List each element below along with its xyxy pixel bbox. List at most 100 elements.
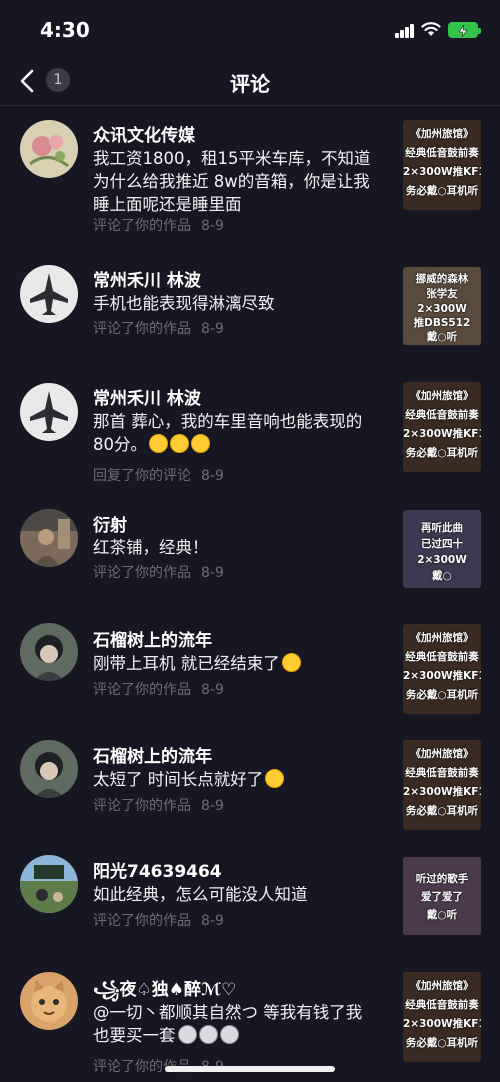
comment-action: 评论了你的作品 xyxy=(93,565,191,581)
comment-item[interactable]: 石榴树上的流年 刚带上耳机 就已经结束了 评论了你的作品 8-9 《加州旅馆》 经… xyxy=(0,617,500,717)
cellular-signal-icon xyxy=(395,24,415,38)
comment-item[interactable]: 石榴树上的流年 太短了 时间长点就好了 评论了你的作品 8-9 《加州旅馆》 经典… xyxy=(0,732,500,832)
comment-item[interactable]: 常州禾川 林波 那首 葬心，我的车里音响也能表现的80分。 回复了你的评论 8-9… xyxy=(0,367,500,487)
home-indicator[interactable] xyxy=(165,1066,335,1072)
thumbnail-caption: 戴○听 xyxy=(426,331,458,343)
avatar[interactable] xyxy=(20,740,78,798)
grin-emoji-icon xyxy=(170,434,189,453)
video-thumbnail[interactable]: 《加州旅馆》 经典低音鼓前奏 2×300W推KF1503 务必戴○耳机听 xyxy=(403,624,481,714)
comment-username[interactable]: 衍射 xyxy=(93,511,127,536)
avatar[interactable] xyxy=(20,855,78,913)
thumbnail-caption: 务必戴○耳机听 xyxy=(405,689,479,701)
comment-meta: 评论了你的作品 8-9 xyxy=(93,562,224,582)
comment-username[interactable]: 众讯文化传媒 xyxy=(93,121,195,146)
thumbnail-caption: 已过四十 xyxy=(421,538,463,550)
comment-meta: 评论了你的作品 8-9 xyxy=(93,679,224,699)
comment-action: 评论了你的作品 xyxy=(93,913,191,929)
comment-item[interactable]: 众讯文化传媒 我工资1800，租15平米车库，不知道为什么给我推近 8w的音箱，… xyxy=(0,107,500,237)
thumbnail-caption: 2×300W推KF1503 xyxy=(403,428,481,440)
comment-text: 如此经典，怎么可能没人知道 xyxy=(93,885,308,904)
thumbnail-caption: 《加州旅馆》 xyxy=(410,128,474,140)
comment-meta: 评论了你的作品 8-9 xyxy=(93,215,224,235)
avatar[interactable] xyxy=(20,972,78,1030)
cat-emoji-icon xyxy=(198,1025,218,1044)
video-thumbnail[interactable]: 《加州旅馆》 经典低音鼓前奏 2×300W推KF1503 务必戴○耳机听 xyxy=(403,972,481,1062)
video-thumbnail[interactable]: 《加州旅馆》 经典低音鼓前奏 2×300W推KF1503 务必戴○耳机听 xyxy=(403,120,481,210)
comment-text: 太短了 时间长点就好了 xyxy=(93,768,383,791)
wifi-icon xyxy=(421,22,441,36)
comment-username[interactable]: 常州禾川 林波 xyxy=(93,266,201,291)
thumbnail-caption: 《加州旅馆》 xyxy=(410,980,474,992)
status-bar: 4:30 xyxy=(0,0,500,60)
status-time: 4:30 xyxy=(40,18,90,42)
comment-text-body: 刚带上耳机 就已经结束了 xyxy=(93,654,280,673)
thumbnail-caption: 张学友 xyxy=(426,288,458,300)
comment-date: 8-9 xyxy=(201,321,224,337)
thumbnail-caption: 《加州旅馆》 xyxy=(410,632,474,644)
thumbnail-caption: 戴○ xyxy=(432,570,452,582)
comment-action: 评论了你的作品 xyxy=(93,321,191,337)
comment-item[interactable]: ꧁夜♤独♠醉ℳ♡ @一切丶都顺其自然つ 等我有钱了我也要买一套 评论了你的作品8… xyxy=(0,962,500,1082)
thumbnail-caption: 务必戴○耳机听 xyxy=(405,1037,479,1049)
thumbnail-caption: 务必戴○耳机听 xyxy=(405,447,479,459)
video-thumbnail[interactable]: 再听此曲 已过四十 2×300W 戴○ xyxy=(403,510,481,588)
comment-username[interactable]: 常州禾川 林波 xyxy=(93,384,201,409)
avatar[interactable] xyxy=(20,383,78,441)
comment-text: 刚带上耳机 就已经结束了 xyxy=(93,652,383,675)
comment-text-body: 太短了 时间长点就好了 xyxy=(93,770,264,789)
comment-meta: 评论了你的作品 8-9 xyxy=(93,795,224,815)
avatar[interactable] xyxy=(20,623,78,681)
comment-username[interactable]: 石榴树上的流年 xyxy=(93,742,212,767)
page-title: 评论 xyxy=(230,72,270,96)
comment-action: 评论了你的作品 xyxy=(93,682,191,698)
comment-username[interactable]: 阳光74639464 xyxy=(93,857,222,882)
laughing-emoji-icon xyxy=(265,769,285,788)
comment-meta: 评论了你的作品 8-9 xyxy=(93,318,224,338)
comment-text: 那首 葬心，我的车里音响也能表现的80分。 xyxy=(93,410,373,456)
thumbnail-caption: 经典低音鼓前奏 xyxy=(405,767,479,779)
comment-text: @一切丶都顺其自然つ 等我有钱了我也要买一套 xyxy=(93,1001,373,1047)
grin-emoji-icon xyxy=(149,434,168,453)
thumbnail-caption: 《加州旅馆》 xyxy=(410,748,474,760)
video-thumbnail[interactable]: 《加州旅馆》 经典低音鼓前奏 2×300W推KF1503 务必戴○耳机听 xyxy=(403,740,481,830)
avatar[interactable] xyxy=(20,120,78,178)
video-thumbnail[interactable]: 挪威的森林 张学友 2×300W 推DBS512 戴○听 xyxy=(403,267,481,345)
thumbnail-caption: 2×300W推KF1503 xyxy=(403,786,481,798)
cat-emoji-icon xyxy=(219,1025,239,1044)
nav-bar: 1 评论 xyxy=(0,60,500,106)
cat-emoji-icon xyxy=(177,1025,197,1044)
comment-date: 8-9 xyxy=(201,682,224,698)
thumbnail-caption: 经典低音鼓前奏 xyxy=(405,409,479,421)
thumbnail-caption: 2×300W推KF1503 xyxy=(403,670,481,682)
comment-text: 我工资1800，租15平米车库，不知道为什么给我推近 8w的音箱，你是让我睡上面… xyxy=(93,149,371,214)
comment-date: 8-9 xyxy=(201,468,224,484)
video-thumbnail[interactable]: 《加州旅馆》 经典低音鼓前奏 2×300W推KF1503 务必戴○耳机听 xyxy=(403,382,481,472)
comment-username[interactable]: 石榴树上的流年 xyxy=(93,626,212,651)
video-thumbnail[interactable]: 听过的歌手 爱了爱了 戴○听 xyxy=(403,857,481,935)
comment-action: 回复了你的评论 xyxy=(93,468,191,484)
thumbnail-caption: 2×300W推KF1503 xyxy=(403,1018,481,1030)
comment-item[interactable]: 阳光74639464 如此经典，怎么可能没人知道 评论了你的作品 8-9 听过的歌… xyxy=(0,847,500,947)
comment-text-body: 那首 葬心，我的车里音响也能表现的80分。 xyxy=(93,412,363,454)
screen: 4:30 1 评论 众讯文化传媒 我工资1800，租15平米车库，不知道为什么给… xyxy=(0,0,500,1082)
comment-date: 8-9 xyxy=(201,798,224,814)
thumbnail-caption: 听过的歌手 xyxy=(415,873,469,885)
comment-item[interactable]: 衍射 红茶铺，经典！ 评论了你的作品 8-9 再听此曲 已过四十 2×300W 戴… xyxy=(0,502,500,597)
thumbnail-caption: 经典低音鼓前奏 xyxy=(405,999,479,1011)
grin-emoji-icon xyxy=(191,434,210,453)
thumbnail-caption: 《加州旅馆》 xyxy=(410,390,474,402)
battery-charging-icon xyxy=(448,22,481,38)
avatar[interactable] xyxy=(20,509,78,567)
comment-text: 红茶铺，经典！ xyxy=(93,538,209,557)
thumbnail-caption: 戴○听 xyxy=(426,909,458,921)
thumbnail-caption: 爱了爱了 xyxy=(421,891,463,903)
thumbnail-caption: 再听此曲 xyxy=(421,522,463,534)
comment-date: 8-9 xyxy=(201,913,224,929)
comment-meta: 评论了你的作品 8-9 xyxy=(93,910,224,930)
comment-text: 手机也能表现得淋漓尽致 xyxy=(93,294,275,313)
avatar[interactable] xyxy=(20,265,78,323)
comment-date: 8-9 xyxy=(201,218,224,234)
thumbnail-caption: 务必戴○耳机听 xyxy=(405,805,479,817)
comment-item[interactable]: 常州禾川 林波 手机也能表现得淋漓尽致 评论了你的作品 8-9 挪威的森林 张学友… xyxy=(0,252,500,362)
laughing-emoji-icon xyxy=(281,653,301,672)
